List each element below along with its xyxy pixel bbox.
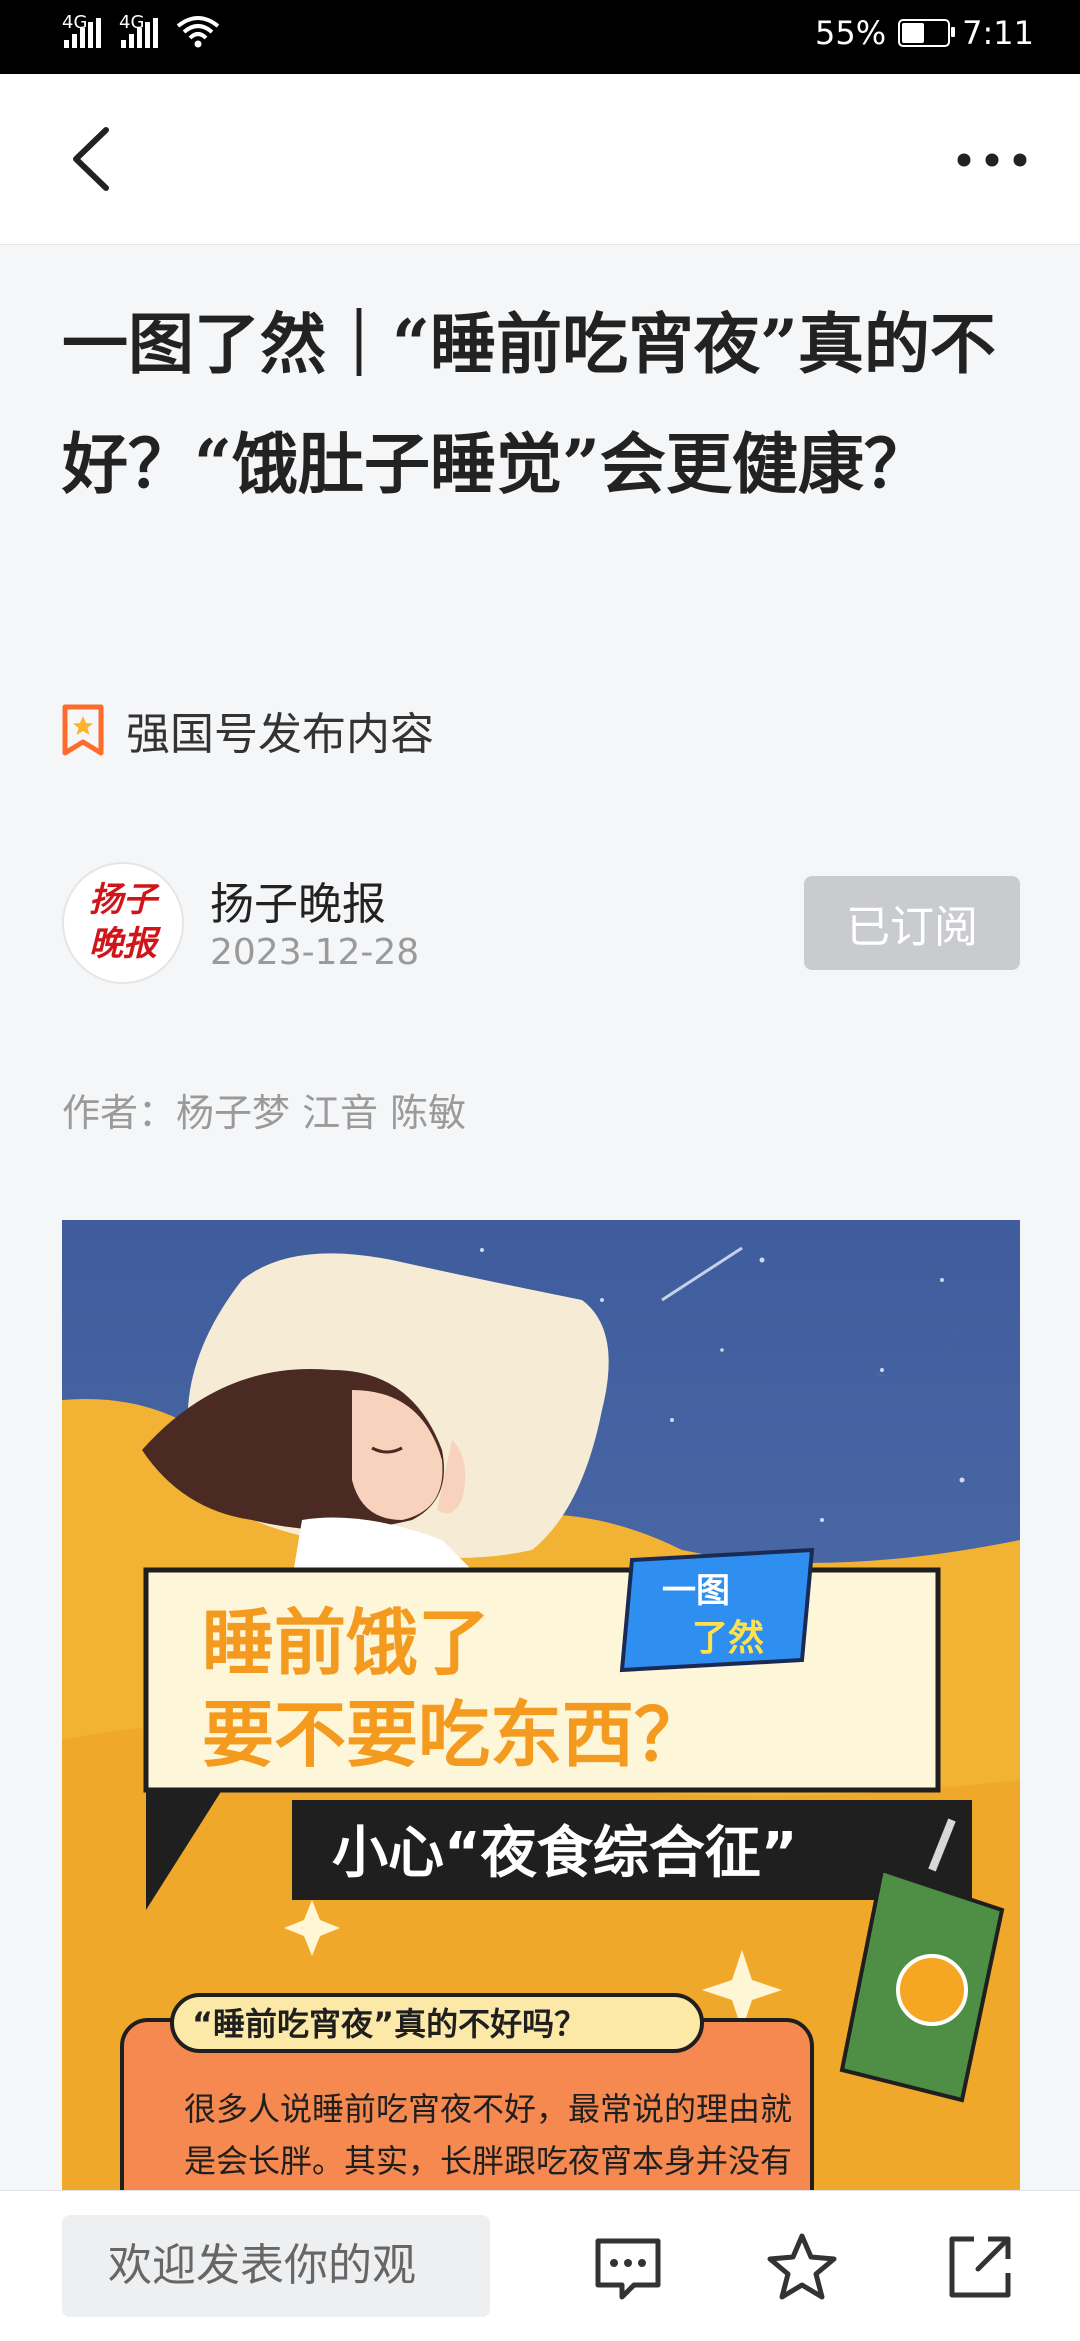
- illustration-body-1: 很多人说睡前吃宵夜不好，最常说的理由就: [184, 2090, 792, 2128]
- share-icon[interactable]: [944, 2231, 1016, 2303]
- night-sleep-illustration: 睡前饿了 要不要吃东西？ 一图 了然 小心“夜食综合征” “睡前吃宵夜”真的不好…: [62, 1220, 1020, 2220]
- subscribe-button[interactable]: 已订阅: [804, 876, 1020, 970]
- comment-input[interactable]: [62, 2215, 490, 2317]
- badge-text-1: 一图: [662, 1571, 730, 1611]
- source-logo: 扬子晚报: [89, 880, 157, 964]
- more-horizontal-icon[interactable]: [954, 150, 1030, 170]
- battery-icon: [898, 19, 956, 47]
- article-title: 一图了然｜“睡前吃宵夜”真的不好？“饿肚子睡觉”会更健康？: [62, 305, 996, 503]
- source-avatar[interactable]: 扬子晚报: [62, 862, 184, 984]
- bookmark-star-icon: [62, 704, 104, 756]
- illustration-headline-1: 睡前饿了: [202, 1601, 490, 1685]
- battery-percent: 55%: [815, 14, 887, 52]
- publish-source-tag: 强国号发布内容: [62, 698, 434, 762]
- publish-date: 2023-12-28: [210, 932, 420, 973]
- article-illustration[interactable]: 睡前饿了 要不要吃东西？ 一图 了然 小心“夜食综合征” “睡前吃宵夜”真的不好…: [62, 1220, 1020, 2220]
- yitu-liaoran-badge: 一图 了然: [619, 1547, 815, 1673]
- chevron-left-icon[interactable]: [62, 122, 122, 196]
- clock: 7:11: [962, 14, 1034, 52]
- publish-tag-label: 强国号发布内容: [126, 709, 434, 760]
- illustration-subtitle: 小心“夜食综合征”: [332, 1821, 798, 1886]
- star-icon[interactable]: [766, 2231, 838, 2303]
- illustration-headline-2: 要不要吃东西？: [202, 1693, 706, 1777]
- top-nav-bar: [0, 74, 1080, 245]
- author-byline: 作者：杨子梦 江音 陈敏: [62, 1091, 467, 1135]
- comment-icon[interactable]: [592, 2231, 664, 2303]
- status-bar: 4G 4G 55% 7:11: [0, 0, 1080, 74]
- illustration-body-2: 是会长胖。其实，长胖跟吃夜宵本身并没有: [184, 2142, 792, 2180]
- illustration-question: “睡前吃宵夜”真的不好吗？: [192, 2005, 586, 2043]
- wifi-icon: [176, 16, 220, 48]
- source-row: 扬子晚报 扬子晚报 2023-12-28 已订阅: [62, 862, 1020, 984]
- badge-text-2: 了然: [692, 1617, 764, 1659]
- cellular-signal-icon: 4G: [62, 12, 101, 48]
- cellular-signal-icon: 4G: [119, 12, 158, 48]
- bottom-action-bar: [0, 2190, 1080, 2341]
- source-name[interactable]: 扬子晚报: [210, 868, 386, 932]
